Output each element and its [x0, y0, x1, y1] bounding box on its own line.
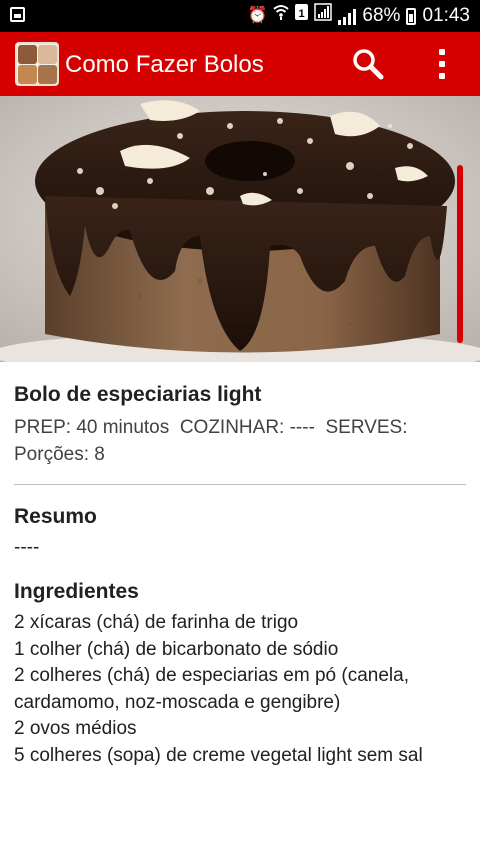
ingredients-list: 2 xícaras (chá) de farinha de trigo 1 co…: [14, 610, 466, 769]
list-item: 2 ovos médios: [14, 718, 137, 739]
signal-icon: [338, 7, 357, 25]
recipe-image: [0, 96, 480, 362]
divider: [14, 484, 466, 485]
data-icon: 1: [295, 3, 309, 29]
search-button[interactable]: [350, 46, 386, 82]
alarm-icon: ⏰: [247, 7, 268, 24]
status-icons: ⏰ 1 68% 01:43: [247, 3, 470, 29]
prep-value: 40 minutos: [76, 417, 170, 438]
search-icon: [353, 49, 384, 80]
svg-text:1: 1: [299, 8, 305, 20]
ingredients-heading: Ingredientes: [14, 580, 139, 603]
recipe-title: Bolo de especiarias light: [14, 383, 262, 406]
battery-percentage: 68%: [362, 5, 401, 26]
list-item: 5 colheres (sopa) de creme vegetal light…: [14, 744, 423, 766]
overflow-menu-button[interactable]: [428, 46, 456, 82]
battery-icon: [406, 7, 417, 25]
summary-text: ----: [14, 537, 40, 558]
signal-sim1-icon: [314, 3, 333, 29]
clock: 01:43: [422, 5, 470, 26]
list-item: 1 colher (chá) de bicarbonato de sódio: [14, 638, 339, 660]
cook-label: COZINHAR:: [179, 417, 285, 438]
list-item: 2 xícaras (chá) de farinha de trigo: [14, 612, 299, 633]
serves-value: Porções: 8: [14, 444, 105, 465]
app-bar: Como Fazer Bolos: [0, 32, 480, 96]
scrollbar[interactable]: [457, 165, 463, 343]
serves-label: SERVES:: [325, 417, 408, 438]
app-title: Como Fazer Bolos: [65, 51, 264, 78]
recipe-meta: PREP: 40 minutos COZINHAR: ---- SERVES: …: [14, 414, 466, 468]
app-logo: [15, 42, 59, 86]
list-item: 2 colheres (chá) de especiarias em pó (c…: [14, 665, 409, 713]
summary-heading: Resumo: [14, 505, 97, 528]
cook-value: ----: [289, 417, 315, 438]
gallery-notification-icon: [10, 7, 25, 22]
status-bar: ⏰ 1 68% 01:43: [0, 0, 480, 32]
prep-label: PREP:: [14, 417, 72, 438]
wifi-icon: [273, 3, 290, 29]
